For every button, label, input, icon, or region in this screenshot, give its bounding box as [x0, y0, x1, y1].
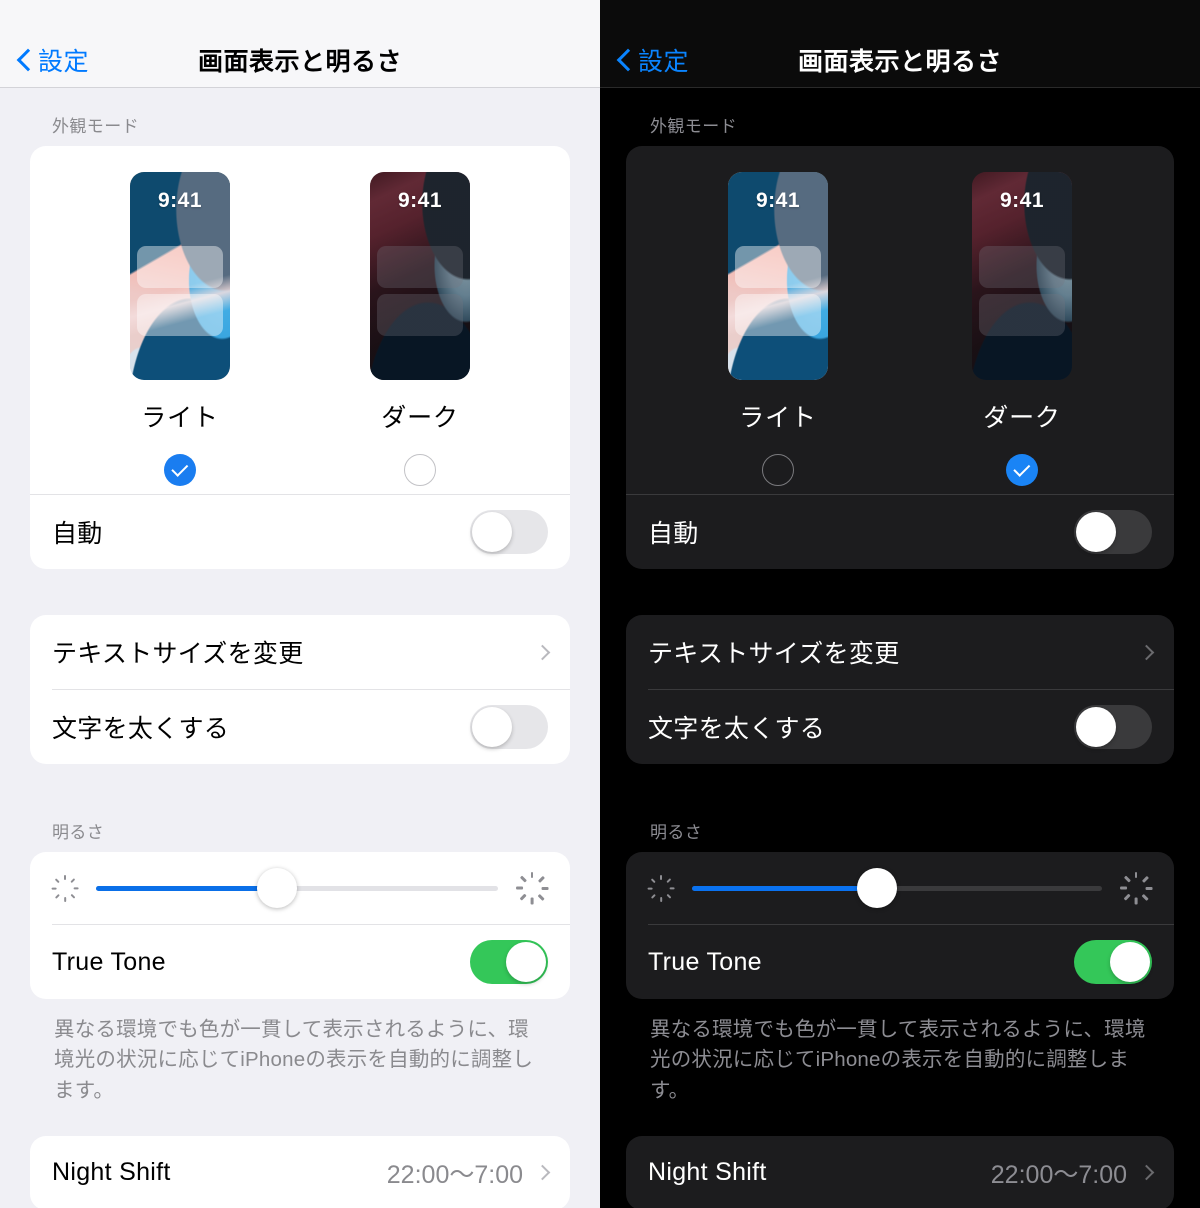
brightness-slider-knob[interactable] — [256, 868, 297, 908]
appearance-section-header: 外観モード — [52, 117, 139, 136]
bold-text-row[interactable]: 文字を太くする — [626, 690, 1174, 764]
sun-high-icon — [512, 868, 552, 908]
preview-clock: 9:41 — [157, 189, 203, 212]
preview-widget — [735, 294, 821, 336]
preview-widget — [137, 294, 223, 336]
brightness-slider-fill — [692, 885, 877, 891]
night-shift-value: 22:00〜7:00 — [990, 1160, 1127, 1189]
brightness-card: True Tone — [30, 852, 570, 999]
navigation-bar: 設定 画面表示と明るさ — [0, 0, 600, 88]
appearance-option-light[interactable]: 9:41 ライト — [95, 172, 265, 486]
appearance-card: 9:41 ライト 9:41 ダーク 自動 — [30, 146, 570, 569]
dark-wallpaper-preview: 9:41 — [972, 172, 1072, 380]
brightness-slider-track[interactable] — [96, 868, 498, 908]
true-tone-label: True Tone — [648, 947, 762, 976]
navigation-bar: 設定 画面表示と明るさ — [600, 0, 1200, 88]
sun-high-icon — [1116, 868, 1156, 908]
preview-widget — [979, 246, 1065, 288]
appearance-radio-light[interactable] — [762, 454, 794, 486]
night-shift-row[interactable]: Night Shift 22:00〜7:00 — [30, 1136, 570, 1208]
appearance-option-label: ダーク — [983, 404, 1061, 432]
true-tone-toggle[interactable] — [470, 940, 548, 984]
preview-widget — [377, 294, 463, 336]
text-size-label: テキストサイズを変更 — [52, 640, 304, 668]
sun-low-icon — [48, 871, 82, 905]
bold-text-label: 文字を太くする — [52, 715, 230, 743]
preview-widget — [377, 246, 463, 288]
night-shift-label: Night Shift — [648, 1158, 767, 1187]
brightness-section-header: 明るさ — [650, 823, 703, 842]
auto-appearance-row[interactable]: 自動 — [30, 495, 570, 569]
light-wallpaper-preview: 9:41 — [130, 172, 230, 380]
preview-widget — [735, 246, 821, 288]
brightness-slider-track[interactable] — [692, 868, 1102, 908]
brightness-section-header: 明るさ — [52, 823, 105, 842]
night-shift-value: 22:00〜7:00 — [386, 1160, 523, 1189]
night-shift-label: Night Shift — [52, 1158, 171, 1187]
bold-text-row[interactable]: 文字を太くする — [30, 690, 570, 764]
chevron-right-icon — [534, 1165, 551, 1181]
appearance-radio-dark[interactable] — [1006, 454, 1038, 486]
sun-low-icon — [644, 871, 678, 905]
chevron-right-icon — [534, 644, 551, 660]
text-size-row[interactable]: テキストサイズを変更 — [626, 615, 1174, 689]
brightness-slider-knob[interactable] — [856, 868, 897, 908]
brightness-slider-row[interactable] — [30, 852, 570, 924]
appearance-radio-light[interactable] — [164, 454, 196, 486]
true-tone-toggle[interactable] — [1074, 940, 1152, 984]
true-tone-row[interactable]: True Tone — [30, 925, 570, 999]
brightness-slider-fill — [96, 885, 277, 891]
appearance-section-header: 外観モード — [650, 117, 737, 136]
light-wallpaper-preview: 9:41 — [728, 172, 828, 380]
auto-appearance-toggle[interactable] — [470, 510, 548, 554]
brightness-slider-row[interactable] — [626, 852, 1174, 924]
true-tone-row[interactable]: True Tone — [626, 925, 1174, 999]
night-shift-row[interactable]: Night Shift 22:00〜7:00 — [626, 1136, 1174, 1208]
appearance-radio-dark[interactable] — [404, 454, 436, 486]
page-title: 画面表示と明るさ — [797, 48, 1002, 76]
night-shift-card: Night Shift 22:00〜7:00 — [30, 1135, 570, 1208]
text-size-label: テキストサイズを変更 — [648, 640, 900, 668]
night-shift-card: Night Shift 22:00〜7:00 — [626, 1135, 1174, 1208]
preview-clock: 9:41 — [397, 189, 443, 212]
bold-text-toggle[interactable] — [470, 705, 548, 749]
bold-text-toggle[interactable] — [1074, 705, 1152, 749]
preview-clock: 9:41 — [755, 189, 801, 212]
text-settings-card: テキストサイズを変更 文字を太くする — [626, 615, 1174, 764]
true-tone-description: 異なる環境でも色が一貫して表示されるように、環境光の状況に応じてiPhoneの表… — [54, 1018, 534, 1102]
preview-clock: 9:41 — [999, 189, 1045, 212]
auto-appearance-row[interactable]: 自動 — [626, 495, 1174, 569]
dark-wallpaper-preview: 9:41 — [370, 172, 470, 380]
preview-widget — [979, 294, 1065, 336]
appearance-option-light[interactable]: 9:41 ライト — [693, 172, 863, 486]
light-mode-panel: 設定 画面表示と明るさ 外観モード 9:41 ライト 9:41 ダーク 自動 テ… — [0, 0, 600, 1208]
bold-text-label: 文字を太くする — [648, 715, 826, 743]
text-settings-card: テキストサイズを変更 文字を太くする — [30, 615, 570, 764]
appearance-option-label: ダーク — [381, 404, 459, 432]
chevron-right-icon — [1138, 644, 1155, 660]
brightness-card: True Tone — [626, 852, 1174, 999]
dark-mode-panel: 設定 画面表示と明るさ 外観モード 9:41 ライト 9:41 ダーク 自動 テ… — [600, 0, 1200, 1208]
preview-widget — [137, 246, 223, 288]
appearance-option-label: ライト — [739, 404, 817, 432]
auto-appearance-label: 自動 — [648, 520, 699, 548]
auto-appearance-toggle[interactable] — [1074, 510, 1152, 554]
appearance-option-dark[interactable]: 9:41 ダーク — [335, 172, 505, 486]
appearance-option-dark[interactable]: 9:41 ダーク — [937, 172, 1107, 486]
auto-appearance-label: 自動 — [52, 520, 103, 548]
chevron-right-icon — [1138, 1165, 1155, 1181]
appearance-card: 9:41 ライト 9:41 ダーク 自動 — [626, 146, 1174, 569]
true-tone-description: 異なる環境でも色が一貫して表示されるように、環境光の状況に応じてiPhoneの表… — [650, 1018, 1146, 1102]
true-tone-label: True Tone — [52, 947, 166, 976]
page-title: 画面表示と明るさ — [197, 48, 402, 76]
appearance-option-label: ライト — [141, 404, 219, 432]
text-size-row[interactable]: テキストサイズを変更 — [30, 615, 570, 689]
